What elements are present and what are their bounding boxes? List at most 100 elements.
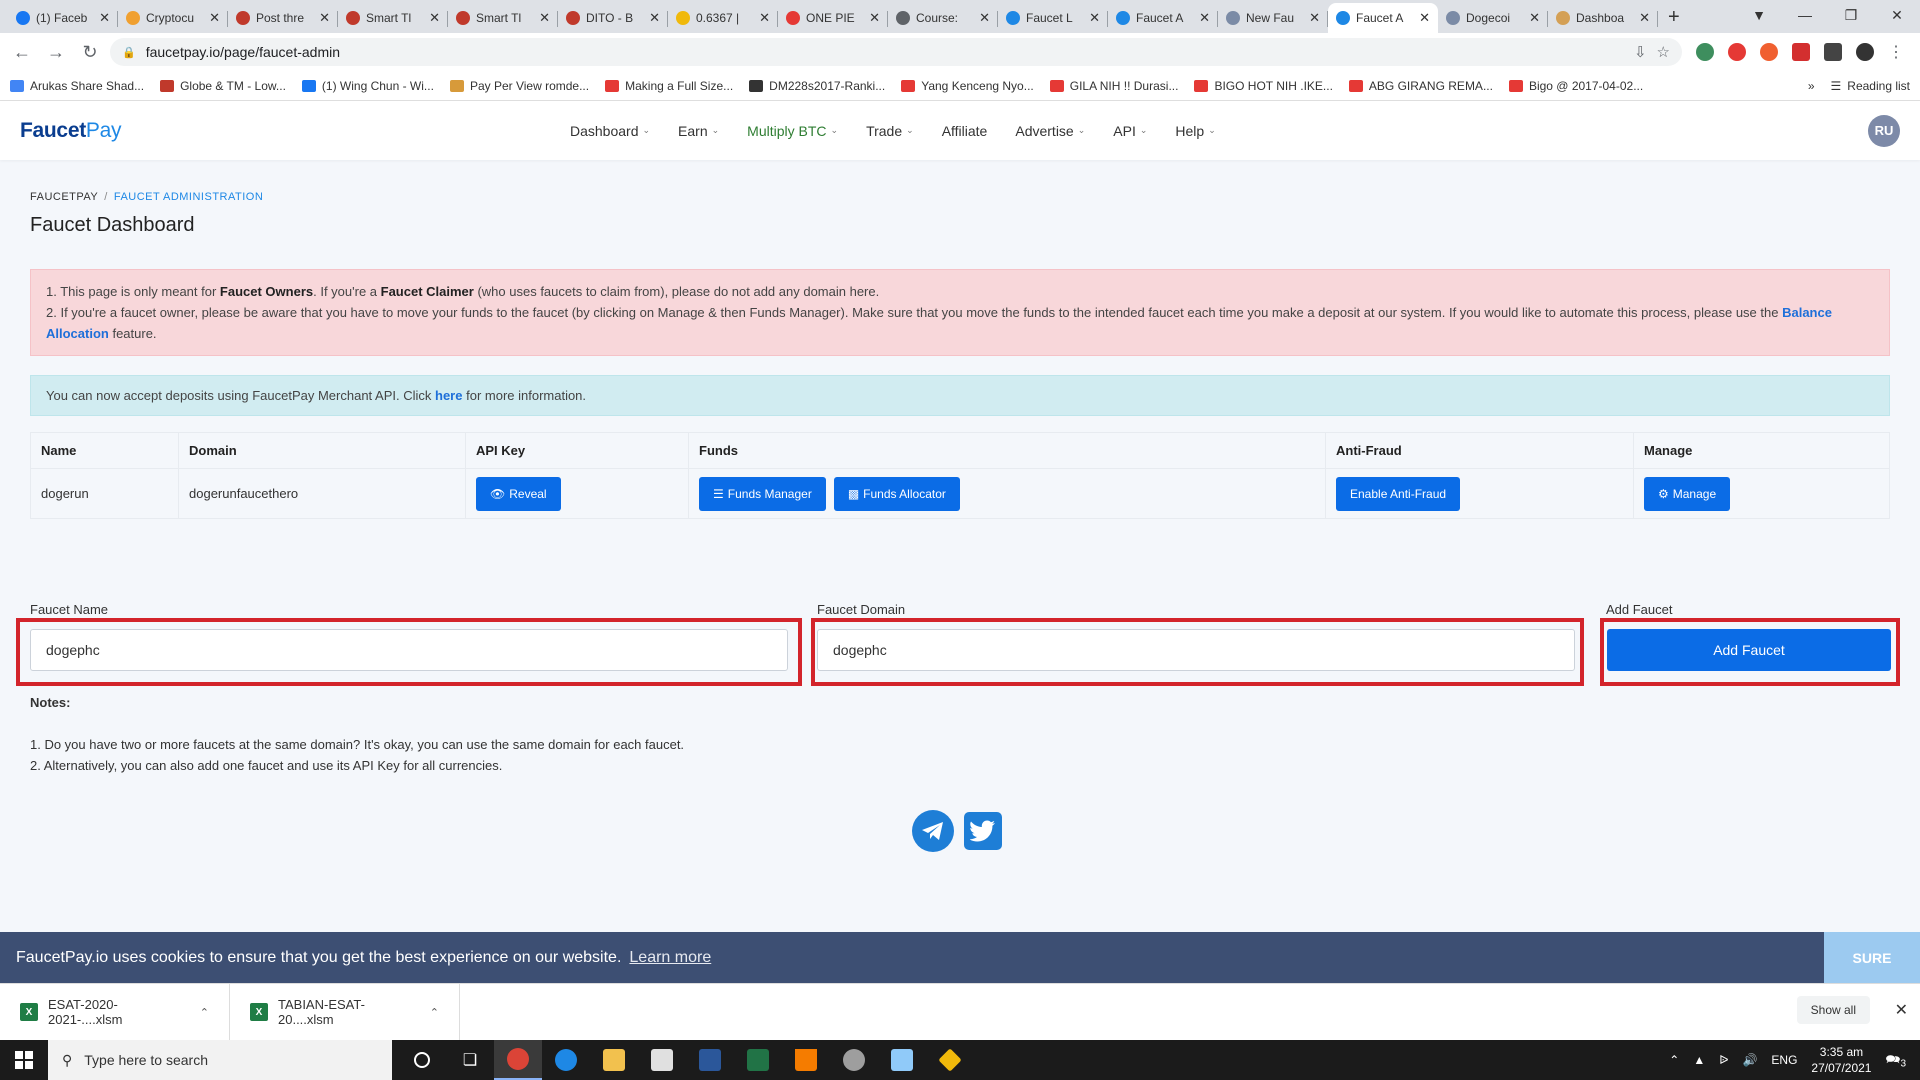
- browser-tab[interactable]: 0.6367 | ✕: [668, 3, 778, 33]
- language-indicator[interactable]: ENG: [1771, 1053, 1797, 1067]
- adblock-icon[interactable]: [1792, 43, 1810, 61]
- tab-close-icon[interactable]: ✕: [759, 10, 770, 26]
- browser-tab[interactable]: Dashboa ✕: [1548, 3, 1658, 33]
- tab-close-icon[interactable]: ✕: [429, 10, 440, 26]
- bookmark-star-icon[interactable]: ☆: [1657, 43, 1670, 61]
- browser-tab[interactable]: (1) Faceb ✕: [8, 3, 118, 33]
- reading-list-button[interactable]: ☰ Reading list: [1831, 79, 1910, 93]
- add-faucet-button[interactable]: Add Faucet: [1607, 629, 1891, 671]
- browser-tab[interactable]: Cryptocu ✕: [118, 3, 228, 33]
- menu-kebab-icon[interactable]: ⋮: [1888, 42, 1904, 62]
- volume-icon[interactable]: 🔊: [1742, 1053, 1757, 1067]
- extension-icon[interactable]: [1760, 43, 1778, 61]
- browser-tab[interactable]: DITO - B ✕: [558, 3, 668, 33]
- excel-icon[interactable]: [734, 1040, 782, 1080]
- tab-close-icon[interactable]: ✕: [869, 10, 880, 26]
- bookmark-item[interactable]: (1) Wing Chun - Wi...: [301, 79, 434, 93]
- network-icon[interactable]: ▲: [1693, 1053, 1705, 1067]
- download-item[interactable]: X TABIAN-ESAT-20....xlsm ⌃: [230, 983, 460, 1041]
- show-all-downloads-button[interactable]: Show all: [1796, 996, 1870, 1024]
- tab-close-icon[interactable]: ✕: [99, 10, 110, 26]
- close-downloads-icon[interactable]: ✕: [1895, 1000, 1908, 1020]
- bluetooth-icon[interactable]: ᐉ: [1719, 1053, 1728, 1067]
- bookmark-item[interactable]: Yang Kenceng Nyo...: [901, 79, 1034, 93]
- file-explorer-icon[interactable]: [590, 1040, 638, 1080]
- tab-close-icon[interactable]: ✕: [1199, 10, 1210, 26]
- new-tab-button[interactable]: +: [1658, 3, 1690, 33]
- app-icon[interactable]: [878, 1040, 926, 1080]
- faucet-domain-input[interactable]: dogephc: [817, 629, 1575, 671]
- url-input[interactable]: 🔒 faucetpay.io/page/faucet-admin ⇩ ☆: [110, 38, 1682, 66]
- bookmark-item[interactable]: Making a Full Size...: [605, 79, 733, 93]
- edge-taskbar-icon[interactable]: [542, 1040, 590, 1080]
- bookmark-item[interactable]: Arukas Share Shad...: [10, 79, 144, 93]
- browser-tab[interactable]: Faucet A ✕: [1108, 3, 1218, 33]
- tab-close-icon[interactable]: ✕: [1419, 10, 1430, 26]
- browser-tab[interactable]: ONE PIE ✕: [778, 3, 888, 33]
- avatar[interactable]: RU: [1868, 114, 1900, 147]
- browser-tab[interactable]: Smart Tl ✕: [448, 3, 558, 33]
- browser-tab[interactable]: Faucet A ✕: [1328, 3, 1438, 33]
- chevron-up-icon[interactable]: ⌃: [430, 1006, 439, 1019]
- bookmark-item[interactable]: Globe & TM - Low...: [160, 79, 286, 93]
- nav-item-trade[interactable]: Trade ⌄: [866, 123, 914, 139]
- nav-item-affiliate[interactable]: Affiliate: [942, 123, 988, 139]
- manage-button[interactable]: ⚙ Manage: [1644, 476, 1731, 511]
- browser-tab[interactable]: Smart Tl ✕: [338, 3, 448, 33]
- binance-icon[interactable]: [926, 1040, 974, 1080]
- faucetpay-logo[interactable]: FaucetPay: [20, 119, 121, 143]
- bookmark-item[interactable]: Bigo @ 2017-04-02...: [1508, 79, 1643, 93]
- tab-close-icon[interactable]: ✕: [1089, 10, 1100, 26]
- bookmark-item[interactable]: DM228s2017-Ranki...: [749, 79, 885, 93]
- funds-manager-button[interactable]: ☰ Funds Manager: [699, 476, 826, 511]
- tab-close-icon[interactable]: ✕: [319, 10, 330, 26]
- merchant-api-here-link[interactable]: here: [435, 388, 462, 403]
- tab-close-icon[interactable]: ✕: [1529, 10, 1540, 26]
- extension-icon[interactable]: [1696, 43, 1714, 61]
- nav-item-multiply-btc[interactable]: Multiply BTC ⌄: [747, 123, 838, 139]
- twitter-icon[interactable]: [964, 812, 1002, 850]
- chevron-up-icon[interactable]: ⌃: [200, 1006, 209, 1019]
- learn-more-link[interactable]: Learn more: [629, 949, 711, 967]
- telegram-icon[interactable]: [912, 810, 954, 852]
- nav-item-advertise[interactable]: Advertise ⌄: [1015, 123, 1085, 139]
- chrome-taskbar-icon[interactable]: [494, 1040, 542, 1080]
- windows-start-icon[interactable]: [0, 1040, 48, 1080]
- profile-icon[interactable]: [1856, 43, 1874, 61]
- breadcrumb-home[interactable]: FAUCETPAY: [30, 191, 98, 203]
- install-icon[interactable]: ⇩: [1634, 43, 1647, 61]
- funds-allocator-button[interactable]: ▩ Funds Allocator: [833, 476, 960, 511]
- bookmark-item[interactable]: ABG GIRANG REMA...: [1348, 79, 1493, 93]
- puzzle-extensions-icon[interactable]: [1824, 43, 1842, 61]
- opera-extension-icon[interactable]: [1728, 43, 1746, 61]
- nav-item-dashboard[interactable]: Dashboard ⌄: [570, 123, 650, 139]
- taskbar-clock[interactable]: 3:35 am 27/07/2021: [1811, 1044, 1871, 1076]
- back-icon[interactable]: ←: [8, 42, 36, 63]
- tab-close-icon[interactable]: ✕: [209, 10, 220, 26]
- store-icon[interactable]: [638, 1040, 686, 1080]
- tray-overflow-icon[interactable]: ⌃: [1669, 1053, 1679, 1067]
- reveal-button[interactable]: 👁 Reveal: [476, 476, 561, 511]
- nav-item-help[interactable]: Help ⌄: [1175, 123, 1215, 139]
- tab-close-icon[interactable]: ✕: [539, 10, 550, 26]
- app-icon[interactable]: [830, 1040, 878, 1080]
- task-view-icon[interactable]: ❏: [446, 1040, 494, 1080]
- tab-search-icon[interactable]: ▼: [1736, 0, 1782, 33]
- word-icon[interactable]: [686, 1040, 734, 1080]
- cortana-icon[interactable]: [398, 1040, 446, 1080]
- nav-item-api[interactable]: API ⌄: [1113, 123, 1147, 139]
- tab-close-icon[interactable]: ✕: [649, 10, 660, 26]
- faucet-name-input[interactable]: dogephc: [30, 629, 788, 671]
- minimize-button[interactable]: —: [1782, 0, 1828, 33]
- bookmark-item[interactable]: GILA NIH !! Durasi...: [1049, 79, 1178, 93]
- tab-close-icon[interactable]: ✕: [979, 10, 990, 26]
- nav-item-earn[interactable]: Earn ⌄: [678, 123, 719, 139]
- tab-close-icon[interactable]: ✕: [1309, 10, 1320, 26]
- bookmarks-overflow-icon[interactable]: »: [1808, 79, 1815, 93]
- close-window-button[interactable]: ✕: [1874, 0, 1920, 33]
- reload-icon[interactable]: ↻: [76, 42, 104, 63]
- browser-tab[interactable]: Faucet L ✕: [998, 3, 1108, 33]
- download-item[interactable]: X ESAT-2020-2021-....xlsm ⌃: [0, 983, 230, 1041]
- browser-tab[interactable]: New Fau ✕: [1218, 3, 1328, 33]
- notifications-icon[interactable]: 🗪3: [1885, 1050, 1906, 1071]
